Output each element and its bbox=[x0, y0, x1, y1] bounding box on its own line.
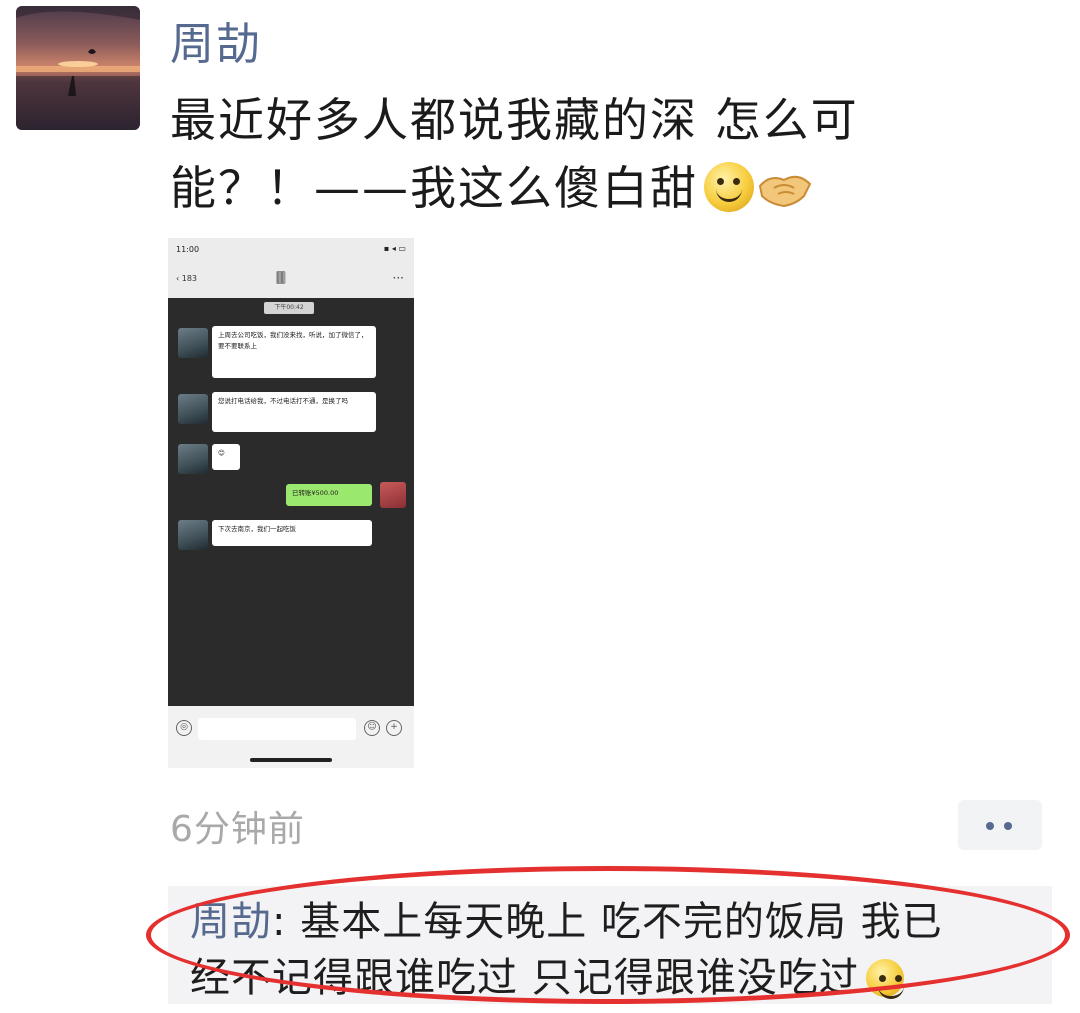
chat-bubble: 上周去公司吃饭，我们没来找，听说，加了微信了，要不要联系上 bbox=[212, 326, 376, 378]
post-timestamp: 6分钟前 bbox=[170, 809, 305, 850]
post-text-line-2: 能？！——我这么傻白甜 bbox=[170, 154, 970, 222]
chat-bubble-mine: 已转账¥500.00 bbox=[286, 484, 372, 506]
chat-avatar bbox=[178, 520, 208, 550]
comment-text-line-2-text: 经不记得跟谁吃过 只记得跟谁没吃过 bbox=[190, 955, 860, 1001]
comment-text-line-2: 经不记得跟谁吃过 只记得跟谁没吃过 bbox=[190, 950, 1050, 1006]
phone-status-bar: 11:00 ▪ ◂ ▭ bbox=[168, 238, 414, 262]
smile-emoji-icon bbox=[865, 959, 904, 999]
voice-icon: ◎ bbox=[176, 720, 192, 736]
dot-icon bbox=[986, 822, 994, 830]
comment[interactable]: 周劼: 基本上每天晚上 吃不完的饭局 我已 经不记得跟谁吃过 只记得跟谁没吃过 bbox=[190, 894, 1050, 1006]
chat-avatar bbox=[178, 328, 208, 358]
comment-text-line-1: 基本上每天晚上 吃不完的饭局 我已 bbox=[300, 899, 943, 945]
chat-bubble: 😊 bbox=[212, 444, 240, 470]
phone-signal-icon: ▪ ◂ ▭ bbox=[383, 244, 406, 253]
my-avatar bbox=[380, 482, 406, 508]
phone-time-pill: 下午00:42 bbox=[264, 302, 314, 314]
chat-avatar bbox=[178, 394, 208, 424]
chat-screenshot-image[interactable]: 11:00 ▪ ◂ ▭ ‹ 183 🀫 ··· 下午00:42 上周去公司吃饭，… bbox=[168, 238, 414, 768]
post-text: 最近好多人都说我藏的深 怎么可 能？！——我这么傻白甜 bbox=[170, 86, 970, 222]
phone-text-field bbox=[198, 718, 356, 740]
comment-author[interactable]: 周劼 bbox=[190, 899, 272, 945]
phone-input-bar: ◎ ☺ + bbox=[168, 706, 414, 768]
smile-emoji-icon bbox=[704, 162, 754, 212]
emoji-icon: ☺ bbox=[364, 720, 380, 736]
phone-chat-header: ‹ 183 🀫 ··· bbox=[168, 262, 414, 298]
plus-icon: + bbox=[386, 720, 402, 736]
phone-more-icon: ··· bbox=[392, 271, 404, 285]
dot-icon bbox=[1004, 822, 1012, 830]
sunset-avatar-image bbox=[16, 6, 140, 130]
post-author-name[interactable]: 周劼 bbox=[170, 8, 262, 72]
chat-bubble: 您说打电话给我，不过电话打不通，是换了吗 bbox=[212, 392, 376, 432]
phone-back-label: ‹ 183 bbox=[176, 274, 198, 283]
comment-separator: : bbox=[272, 899, 301, 945]
handshake-emoji-icon bbox=[756, 158, 814, 208]
avatar[interactable] bbox=[16, 6, 140, 130]
phone-chat-title: 🀫 bbox=[276, 270, 286, 284]
post-text-line-1: 最近好多人都说我藏的深 怎么可 bbox=[170, 93, 859, 147]
post-text-line-2-text: 能？！——我这么傻白甜 bbox=[170, 161, 698, 215]
chat-bubble: 下次去南京，我们一起吃饭 bbox=[212, 520, 372, 546]
more-actions-button[interactable] bbox=[958, 800, 1042, 850]
comment-line-1: 周劼: 基本上每天晚上 吃不完的饭局 我已 bbox=[190, 894, 1050, 950]
chat-avatar bbox=[178, 444, 208, 474]
phone-status-time: 11:00 bbox=[176, 245, 200, 254]
home-indicator bbox=[250, 758, 332, 762]
